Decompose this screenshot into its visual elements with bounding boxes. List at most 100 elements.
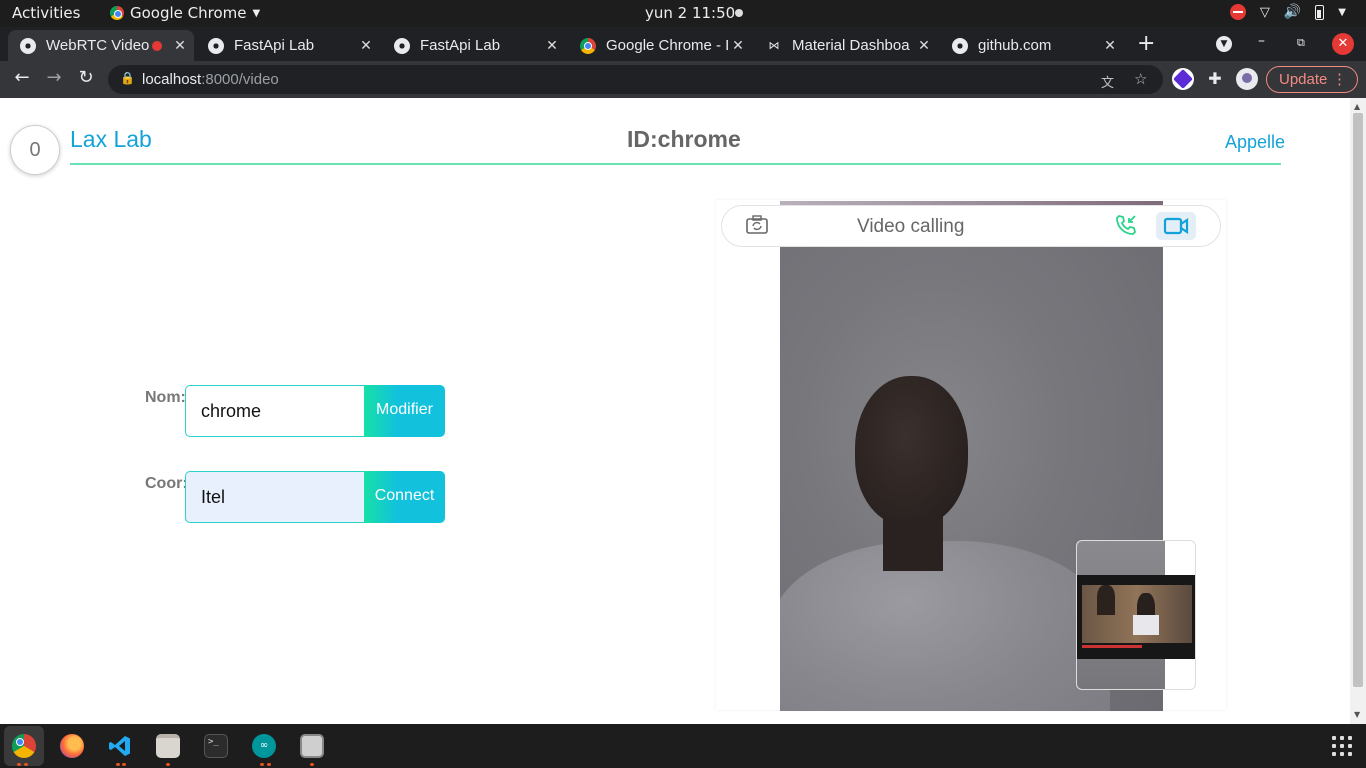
running-indicator: [260, 763, 264, 766]
profile-avatar-icon[interactable]: [1236, 68, 1258, 90]
switch-camera-icon[interactable]: [746, 215, 768, 240]
update-button[interactable]: Update ⋮: [1266, 66, 1358, 93]
system-tray[interactable]: ▽ 🔊 ▼: [1229, 4, 1346, 20]
clock[interactable]: yun 2 11:50: [645, 4, 735, 22]
screenshot-dock-icon[interactable]: [300, 734, 324, 758]
running-indicator: [122, 763, 126, 766]
minimize-window-icon[interactable]: –: [1258, 33, 1265, 49]
close-tab-icon[interactable]: ✕: [1100, 37, 1120, 54]
tab-material-dashboard[interactable]: ⋈ Material Dashboa ✕: [754, 30, 938, 61]
tab-strip: WebRTC Video ✕ FastApi Lab ✕ FastApi Lab…: [0, 27, 1366, 79]
preview-person-shirt: [1133, 615, 1159, 635]
video-person-shirt: [780, 541, 1110, 711]
tab-title: FastApi Lab: [420, 37, 501, 54]
do-not-disturb-icon: [1229, 4, 1246, 20]
new-tab-button[interactable]: +: [1137, 31, 1155, 56]
caret-down-icon: ▼: [252, 7, 261, 19]
close-tab-icon[interactable]: ✕: [914, 37, 934, 54]
coor-label: Coor:: [145, 475, 188, 492]
video-camera-button[interactable]: [1156, 212, 1196, 240]
system-menu-caret-icon: ▼: [1338, 6, 1346, 18]
close-window-icon[interactable]: ✕: [1332, 33, 1354, 55]
activities-button[interactable]: Activities: [12, 4, 80, 22]
incoming-call-icon[interactable]: [1114, 213, 1138, 243]
tab-webrtc-video[interactable]: WebRTC Video ✕: [8, 30, 194, 61]
url-text[interactable]: localhost:8000/video: [142, 71, 279, 88]
coor-input[interactable]: Itel: [185, 471, 365, 523]
counter-badge: 0: [10, 125, 60, 175]
web-page: 0 Lax Lab ID:chrome Appelle Nom: chrome …: [0, 98, 1350, 724]
preview-toolbar-strip: [1082, 645, 1142, 648]
appelle-link[interactable]: Appelle: [1225, 132, 1285, 153]
system-top-bar: Activities Google Chrome ▼ yun 2 11:50 ▽…: [0, 0, 1366, 27]
browser-toolbar: ← → ↻ 🔒 localhost:8000/video 文 ☆ ✚ Updat…: [0, 61, 1366, 98]
lock-icon[interactable]: 🔒: [120, 71, 135, 85]
extensions-puzzle-icon[interactable]: ✚: [1204, 68, 1226, 90]
nom-input[interactable]: chrome: [185, 385, 365, 437]
translate-icon[interactable]: 文: [1101, 72, 1114, 91]
brand-link[interactable]: Lax Lab: [70, 126, 152, 153]
restore-window-icon[interactable]: ⧉: [1297, 36, 1305, 50]
nom-label: Nom:: [145, 389, 186, 406]
back-arrow-icon[interactable]: ←: [10, 67, 34, 88]
close-tab-icon[interactable]: ✕: [542, 37, 562, 54]
notification-dot-icon: [735, 9, 743, 17]
wifi-icon: ▽: [1259, 4, 1270, 20]
more-menu-icon: ⋮: [1332, 71, 1347, 88]
forward-arrow-icon[interactable]: →: [42, 67, 66, 88]
chrome-icon: [580, 37, 596, 54]
terminal-dock-icon[interactable]: >_: [204, 734, 228, 758]
vscode-dock-icon[interactable]: [108, 734, 132, 758]
taskbar-dock: >_ ∞: [0, 724, 1366, 768]
close-tab-icon[interactable]: ✕: [356, 37, 376, 54]
reload-icon[interactable]: ↻: [74, 67, 98, 88]
app-menu-label: Google Chrome: [130, 4, 247, 22]
tab-google-chrome[interactable]: Google Chrome - D ✕: [568, 30, 752, 61]
running-indicator: [17, 763, 21, 766]
tab-github[interactable]: github.com ✕: [940, 30, 1124, 61]
recording-indicator-icon: [152, 40, 162, 51]
address-bar[interactable]: 🔒 localhost:8000/video 文 ☆: [108, 65, 1163, 94]
bookmark-star-icon[interactable]: ☆: [1134, 70, 1147, 88]
tab-title: github.com: [978, 37, 1052, 54]
extension-hexagon-icon[interactable]: [1172, 68, 1194, 90]
chrome-dock-icon[interactable]: [12, 734, 36, 758]
close-tab-icon[interactable]: ✕: [170, 37, 190, 54]
close-tab-icon[interactable]: ✕: [728, 37, 748, 54]
running-indicator: [24, 763, 28, 766]
scroll-down-arrow-icon[interactable]: ▼: [1354, 710, 1360, 719]
app-menu[interactable]: Google Chrome ▼: [110, 4, 260, 22]
video-person-head: [855, 376, 968, 526]
header-divider: [70, 163, 1281, 165]
tab-search-icon[interactable]: ▼: [1216, 36, 1232, 52]
running-indicator: [267, 763, 271, 766]
scroll-up-arrow-icon[interactable]: ▲: [1354, 102, 1360, 111]
show-applications-icon[interactable]: [1332, 736, 1352, 756]
running-indicator: [116, 763, 120, 766]
globe-icon: [20, 37, 36, 54]
call-control-bar: Video calling: [721, 205, 1221, 247]
tab-fastapi-lab-1[interactable]: FastApi Lab ✕: [196, 30, 380, 61]
call-title: Video calling: [857, 216, 965, 237]
preview-person-left: [1097, 585, 1115, 615]
tab-title: WebRTC Video: [46, 37, 150, 54]
video-camera-icon: [1163, 217, 1189, 235]
tab-title: Material Dashboa: [792, 37, 910, 54]
tab-title: FastApi Lab: [234, 37, 315, 54]
connect-button[interactable]: Connect: [364, 471, 445, 523]
local-video-preview[interactable]: [1076, 540, 1196, 690]
tab-fastapi-lab-2[interactable]: FastApi Lab ✕: [382, 30, 566, 61]
page-scrollbar[interactable]: ▲ ▼: [1350, 98, 1366, 724]
scrollbar-thumb[interactable]: [1353, 113, 1363, 687]
globe-icon: [952, 37, 968, 54]
modifier-button[interactable]: Modifier: [364, 385, 445, 437]
files-dock-icon[interactable]: [156, 734, 180, 758]
preview-screen-capture: [1077, 575, 1195, 659]
page-title: ID:chrome: [627, 126, 741, 152]
firefox-dock-icon[interactable]: [60, 734, 84, 758]
globe-icon: [394, 37, 410, 54]
running-indicator: [166, 763, 170, 766]
battery-icon: [1315, 4, 1325, 20]
globe-icon: [208, 37, 224, 54]
arduino-dock-icon[interactable]: ∞: [252, 734, 276, 758]
